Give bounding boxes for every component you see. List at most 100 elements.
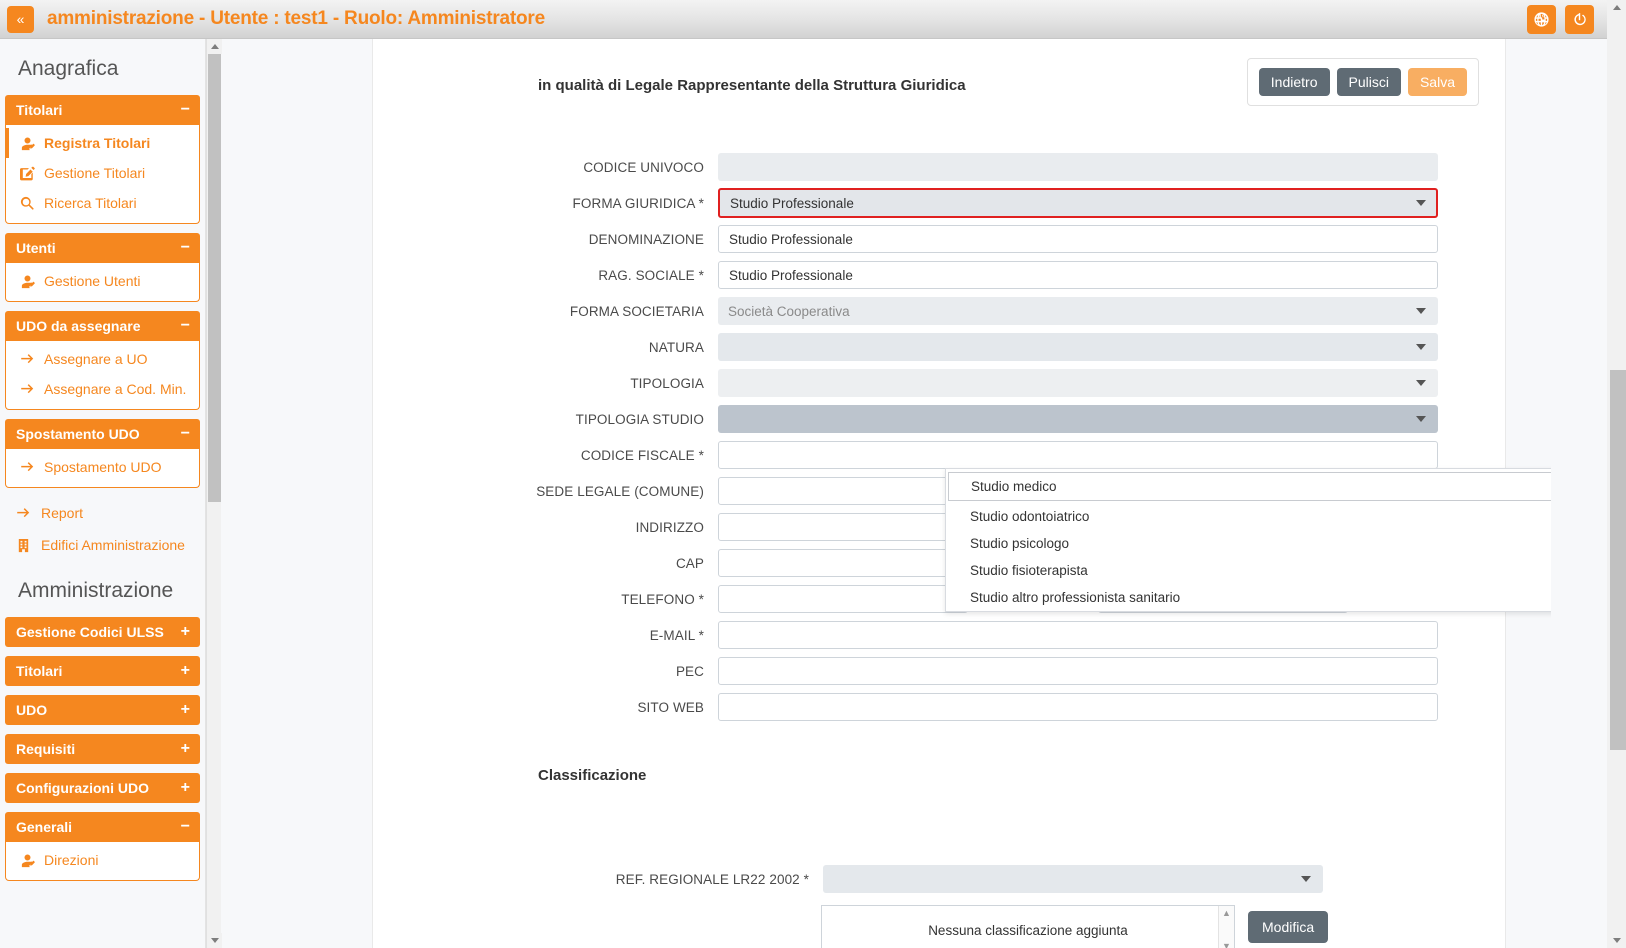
sidebar-item-assegnare-a-uo[interactable]: Assegnare a UO	[6, 344, 199, 374]
field-label-rag-sociale: RAG. SOCIALE *	[373, 268, 718, 283]
dropdown-option-4[interactable]: Studio altro professionista sanitario	[946, 584, 1551, 611]
dropdown-option-2[interactable]: Studio psicologo	[946, 530, 1551, 557]
minus-icon[interactable]: −	[181, 819, 190, 835]
sidebar-scroll-up-button[interactable]	[207, 39, 222, 54]
sidebar-item-gestione-titolari[interactable]: Gestione Titolari	[6, 158, 199, 188]
dropdown-option-3[interactable]: Studio fisioterapista	[946, 557, 1551, 584]
field-label-codice-fiscale: CODICE FISCALE *	[373, 448, 718, 463]
field-pec[interactable]	[718, 657, 1438, 685]
plus-icon[interactable]: +	[181, 780, 190, 796]
page-title: amministrazione - Utente : test1 - Ruolo…	[47, 8, 545, 30]
field-label-e-mail: E-MAIL *	[373, 628, 718, 643]
form-row-pec: PEC	[373, 653, 1507, 689]
field-sito-web[interactable]	[718, 693, 1438, 721]
sidebar-item-label: Registra Titolari	[44, 135, 150, 151]
arrow-right-icon	[16, 506, 31, 521]
sidebar-item-ricerca-titolari[interactable]: Ricerca Titolari	[6, 188, 199, 218]
chevron-down-icon	[1416, 344, 1426, 350]
field-telefono[interactable]	[718, 585, 968, 613]
sidebar-panel-header[interactable]: Utenti −	[5, 233, 200, 263]
field-codice-fiscale[interactable]	[718, 441, 1438, 469]
language-globe-button[interactable]	[1527, 5, 1556, 34]
field-forma-societaria[interactable]: Società Cooperativa	[718, 297, 1438, 325]
dropdown-option-0[interactable]: Studio medico	[948, 472, 1551, 501]
plus-icon[interactable]: +	[181, 624, 190, 640]
sidebar-panel-header[interactable]: Titolari −	[5, 95, 200, 125]
sidebar-item-gestione-utenti[interactable]: Gestione Utenti	[6, 266, 199, 296]
sidebar-heading-1: Amministrazione	[0, 561, 205, 617]
ref-regionale-select[interactable]	[823, 865, 1323, 893]
sidebar-panel-body: Assegnare a UOAssegnare a Cod. Min.	[5, 341, 200, 410]
chevron-down-icon	[1416, 200, 1426, 206]
tipologia-studio-dropdown[interactable]: Studio medicoStudio odontoiatricoStudio …	[945, 468, 1551, 612]
sidebar-panel-header[interactable]: UDO +	[5, 695, 200, 725]
plus-icon[interactable]: +	[181, 663, 190, 679]
arrow-right-icon	[20, 460, 35, 475]
sidebar-item-assegnare-a-cod-min-[interactable]: Assegnare a Cod. Min.	[6, 374, 199, 404]
sidebar-item-label: Direzioni	[44, 852, 98, 868]
classification-list-scrollbar[interactable]: ▲ ▼	[1218, 906, 1234, 948]
field-natura[interactable]	[718, 333, 1438, 361]
sidebar-panel-requisiti: Requisiti +	[5, 734, 200, 764]
plus-icon[interactable]: +	[181, 741, 190, 757]
sidebar-item-direzioni[interactable]: Direzioni	[6, 845, 199, 875]
field-tipologia-studio[interactable]	[718, 405, 1438, 433]
minus-icon[interactable]: −	[181, 318, 190, 334]
top-bar: « amministrazione - Utente : test1 - Ruo…	[0, 0, 1626, 39]
sidebar-scrollbar[interactable]	[206, 39, 221, 948]
sidebar-panel-header[interactable]: UDO da assegnare −	[5, 311, 200, 341]
sidebar-scroll-down-button[interactable]	[207, 933, 222, 948]
page-scroll-down-button[interactable]	[1607, 933, 1626, 948]
form-row-forma-giuridica: FORMA GIURIDICA * Studio Professionale	[373, 185, 1507, 221]
field-wrap-natura	[718, 333, 1438, 361]
page-scroll-thumb[interactable]	[1610, 370, 1626, 750]
minus-icon[interactable]: −	[181, 102, 190, 118]
sidebar-panel-label: Titolari	[16, 663, 62, 679]
user-edit-icon	[20, 136, 35, 151]
field-rag-sociale[interactable]: Studio Professionale	[718, 261, 1438, 289]
scroll-down-icon[interactable]: ▼	[1222, 942, 1231, 948]
form-row-sito-web: SITO WEB	[373, 689, 1507, 725]
content-card: Indietro Pulisci Salva in qualità di Leg…	[372, 39, 1506, 948]
sidebar-panel-header[interactable]: Configurazioni UDO +	[5, 773, 200, 803]
sidebar-panel-header[interactable]: Titolari +	[5, 656, 200, 686]
user-edit-icon	[20, 853, 35, 868]
registration-form: CODICE UNIVOCO FORMA GIURIDICA * Studio …	[373, 149, 1507, 725]
indietro-button[interactable]: Indietro	[1259, 68, 1330, 96]
page-scrollbar[interactable]	[1607, 0, 1626, 948]
field-forma-giuridica[interactable]: Studio Professionale	[718, 188, 1438, 218]
field-denominazione[interactable]: Studio Professionale	[718, 225, 1438, 253]
sidebar-scroll-thumb[interactable]	[208, 54, 221, 502]
sidebar-panel-header[interactable]: Generali −	[5, 812, 200, 842]
sidebar-item-registra-titolari[interactable]: Registra Titolari	[6, 128, 199, 158]
sidebar-panel-header[interactable]: Gestione Codici ULSS +	[5, 617, 200, 647]
sidebar-panel-header[interactable]: Spostamento UDO −	[5, 419, 200, 449]
sidebar-panel-utenti: Utenti − Gestione Utenti	[5, 233, 200, 302]
sidebar-item-report[interactable]: Report	[0, 497, 205, 529]
dropdown-option-1[interactable]: Studio odontoiatrico	[946, 503, 1551, 530]
field-e-mail[interactable]	[718, 621, 1438, 649]
sidebar-panel-udo: UDO +	[5, 695, 200, 725]
sidebar-collapse-button[interactable]: «	[7, 6, 34, 33]
logout-power-button[interactable]	[1565, 5, 1594, 34]
minus-icon[interactable]: −	[181, 426, 190, 442]
field-codice-univoco[interactable]	[718, 153, 1438, 181]
sidebar-panel-label: Utenti	[16, 240, 56, 256]
sidebar-panel-label: Configurazioni UDO	[16, 780, 149, 796]
field-label-forma-giuridica: FORMA GIURIDICA *	[373, 196, 718, 211]
salva-button[interactable]: Salva	[1408, 68, 1467, 96]
page-scroll-up-button[interactable]	[1607, 0, 1626, 15]
sidebar-panel-titolari: Titolari − Registra Titolari Gestione Tit…	[5, 95, 200, 224]
pulisci-button[interactable]: Pulisci	[1337, 68, 1401, 96]
user-edit-icon	[20, 274, 35, 289]
field-tipologia[interactable]	[718, 369, 1438, 397]
sidebar-panel-header[interactable]: Requisiti +	[5, 734, 200, 764]
minus-icon[interactable]: −	[181, 240, 190, 256]
plus-icon[interactable]: +	[181, 702, 190, 718]
scroll-up-icon[interactable]: ▲	[1222, 909, 1231, 918]
sidebar-item-edifici-amministrazione[interactable]: Edifici Amministrazione	[0, 529, 205, 561]
field-wrap-sito-web	[718, 693, 1438, 721]
arrow-right-icon	[20, 382, 35, 397]
modifica-button[interactable]: Modifica	[1248, 911, 1328, 943]
sidebar-item-spostamento-udo[interactable]: Spostamento UDO	[6, 452, 199, 482]
